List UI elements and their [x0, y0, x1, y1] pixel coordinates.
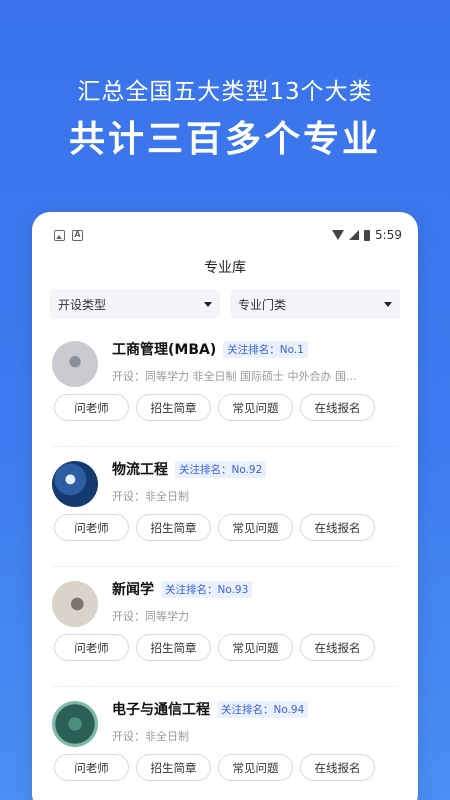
list-item[interactable]: 物流工程 关注排名：No.92 开设：非全日制 问老师 招生简章 常见问题 在线…: [52, 447, 398, 567]
caret-down-icon: [384, 301, 392, 307]
major-offerings: 开设：同等学力: [112, 610, 189, 623]
rank-badge: 关注排名：No.94: [217, 700, 309, 718]
filter-bar: 开设类型 专业门类: [50, 289, 400, 319]
online-apply-button[interactable]: 在线报名: [300, 754, 375, 781]
online-apply-button[interactable]: 在线报名: [300, 634, 375, 661]
battery-icon: [364, 229, 371, 241]
promo-headline: 汇总全国五大类型13个大类: [77, 79, 373, 105]
ask-teacher-button[interactable]: 问老师: [54, 754, 129, 781]
faq-button[interactable]: 常见问题: [218, 754, 293, 781]
major-list: 工商管理(MBA) 关注排名：No.1 开设：同等学力 非全日制 国际硕士 中外…: [44, 327, 406, 800]
signal-icon: [349, 230, 360, 240]
faq-button[interactable]: 常见问题: [218, 634, 293, 661]
major-name: 工商管理(MBA): [112, 342, 217, 358]
major-thumbnail: [52, 341, 98, 387]
list-item[interactable]: 电子与通信工程 关注排名：No.94 开设：非全日制 问老师 招生简章 常见问题…: [52, 687, 398, 800]
page-title: 专业库: [204, 260, 246, 276]
admission-guide-button[interactable]: 招生简章: [136, 514, 211, 541]
ask-teacher-button[interactable]: 问老师: [54, 634, 129, 661]
major-name: 物流工程: [112, 462, 168, 478]
major-thumbnail: [52, 581, 98, 627]
list-item[interactable]: 工商管理(MBA) 关注排名：No.1 开设：同等学力 非全日制 国际硕士 中外…: [52, 327, 398, 447]
filter-label: 专业门类: [238, 297, 287, 312]
filter-label: 开设类型: [58, 297, 107, 312]
ask-teacher-button[interactable]: 问老师: [54, 394, 129, 421]
admission-guide-button[interactable]: 招生简章: [136, 634, 211, 661]
filter-category-dropdown[interactable]: 专业门类: [230, 289, 400, 319]
online-apply-button[interactable]: 在线报名: [300, 394, 375, 421]
faq-button[interactable]: 常见问题: [218, 514, 293, 541]
admission-guide-button[interactable]: 招生简章: [136, 754, 211, 781]
status-bar: A 5:59: [44, 224, 406, 246]
major-thumbnail: [52, 701, 98, 747]
major-thumbnail: [52, 461, 98, 507]
status-time: 5:59: [375, 228, 402, 242]
major-offerings: 开设：非全日制: [112, 490, 189, 503]
app-screen: A 5:59 专业库 开设类型 专业门类 工商管理(MBA) 关注排名：No.1…: [44, 224, 406, 800]
rank-badge: 关注排名：No.93: [161, 580, 253, 598]
phone-frame: A 5:59 专业库 开设类型 专业门类 工商管理(MBA) 关注排名：No.1…: [32, 212, 418, 800]
caret-down-icon: [204, 301, 212, 307]
major-name: 新闻学: [112, 582, 154, 598]
wifi-icon: [332, 230, 345, 240]
list-item[interactable]: 新闻学 关注排名：No.93 开设：同等学力 问老师 招生简章 常见问题 在线报…: [52, 567, 398, 687]
promo-subheadline: 共计三百多个专业: [68, 119, 381, 160]
image-notification-icon: [54, 229, 65, 241]
major-offerings: 开设：非全日制: [112, 730, 189, 743]
major-offerings: 开设：同等学力 非全日制 国际硕士 中外合办 国...: [112, 370, 357, 383]
rank-badge: 关注排名：No.1: [223, 340, 308, 358]
faq-button[interactable]: 常见问题: [218, 394, 293, 421]
a-notification-icon: A: [72, 229, 83, 241]
online-apply-button[interactable]: 在线报名: [300, 514, 375, 541]
admission-guide-button[interactable]: 招生简章: [136, 394, 211, 421]
filter-type-dropdown[interactable]: 开设类型: [50, 289, 220, 319]
rank-badge: 关注排名：No.92: [175, 460, 267, 478]
ask-teacher-button[interactable]: 问老师: [54, 514, 129, 541]
major-name: 电子与通信工程: [112, 702, 210, 718]
